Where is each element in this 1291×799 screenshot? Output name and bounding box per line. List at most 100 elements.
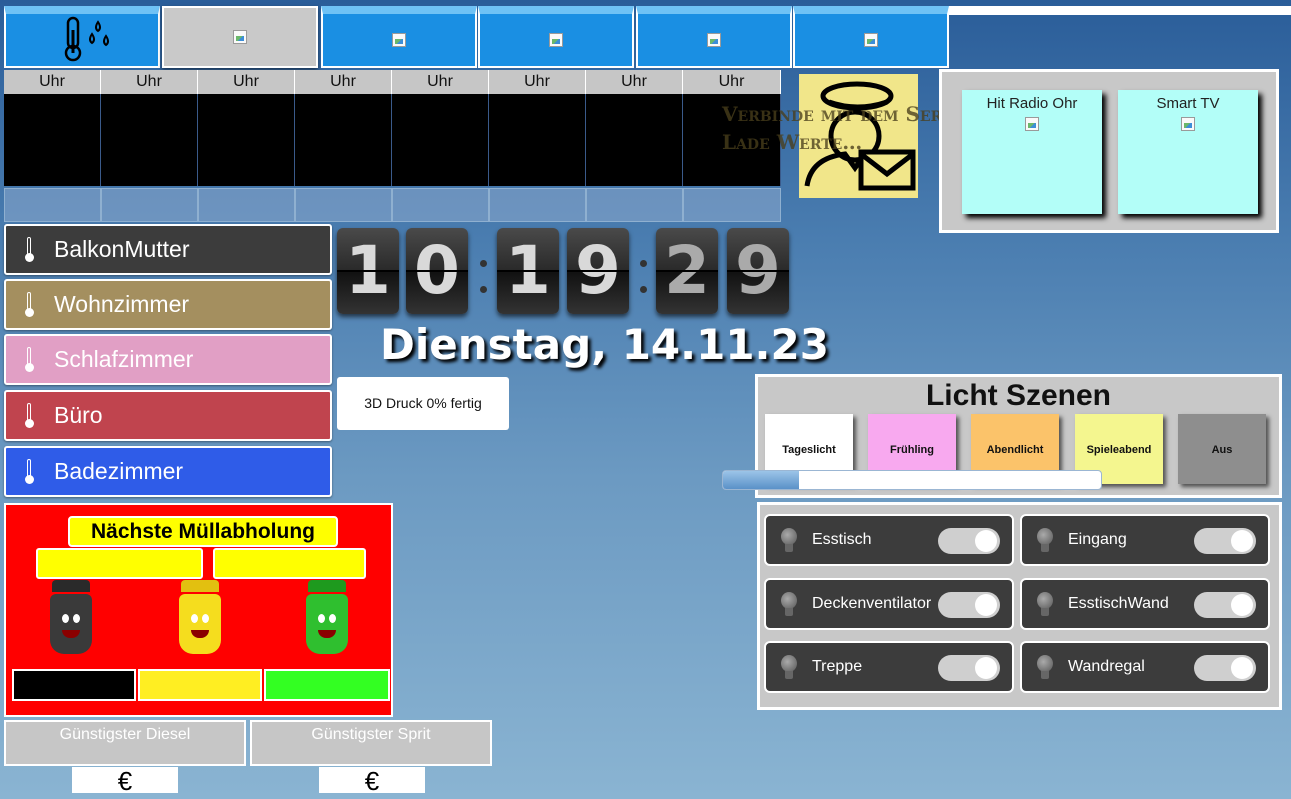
clock-footer xyxy=(295,188,392,222)
clock-label: Uhr xyxy=(392,70,489,94)
media-label: Hit Radio Ohr xyxy=(986,95,1078,112)
clock-label: Uhr xyxy=(295,70,392,94)
media-smart-tv[interactable]: Smart TV xyxy=(1118,90,1258,214)
clock-footer xyxy=(4,188,101,222)
room-wohnzimmer[interactable]: Wohnzimmer xyxy=(4,279,332,330)
light-bulb-icon xyxy=(1036,528,1054,554)
media-label: Smart TV xyxy=(1156,95,1220,112)
light-wandregal[interactable]: Wandregal xyxy=(1020,641,1270,693)
clock-footer xyxy=(198,188,295,222)
world-clock: Uhr xyxy=(392,70,489,222)
toggle-switch[interactable] xyxy=(938,528,1000,554)
room-balkonmutter[interactable]: BalkonMutter xyxy=(4,224,332,275)
thermometer-icon xyxy=(24,459,34,485)
light-label: Deckenventilator xyxy=(812,595,932,612)
light-eingang[interactable]: Eingang xyxy=(1020,514,1270,566)
toggle-switch[interactable] xyxy=(938,655,1000,681)
light-label: Esstisch xyxy=(812,531,872,548)
toggle-switch[interactable] xyxy=(1194,528,1256,554)
light-treppe[interactable]: Treppe xyxy=(764,641,1014,693)
light-bulb-icon xyxy=(780,655,798,681)
world-clock: Uhr xyxy=(586,70,683,222)
toggle-switch[interactable] xyxy=(1194,592,1256,618)
light-bulb-icon xyxy=(1036,655,1054,681)
clock-label: Uhr xyxy=(101,70,198,94)
clock-hour-tens: 1 xyxy=(337,228,399,314)
tab-6[interactable] xyxy=(793,6,949,68)
tab-5[interactable] xyxy=(636,6,792,68)
tab-4[interactable] xyxy=(478,6,634,68)
clock-label: Uhr xyxy=(586,70,683,94)
sprit-price: € xyxy=(319,767,425,795)
broken-image-icon xyxy=(392,33,406,47)
fuel-diesel-tile[interactable]: Günstigster Diesel xyxy=(4,720,246,766)
clock-label: Uhr xyxy=(198,70,295,94)
diesel-price: € xyxy=(72,767,178,795)
room-label: BalkonMutter xyxy=(54,236,190,262)
room-badezimmer[interactable]: Badezimmer xyxy=(4,446,332,497)
light-esstischwand[interactable]: EsstischWand xyxy=(1020,578,1270,630)
temperature-humidity-icon xyxy=(64,16,109,62)
broken-image-icon xyxy=(864,33,878,47)
clock-face xyxy=(101,94,198,186)
toggle-switch[interactable] xyxy=(938,592,1000,618)
waste-date-field xyxy=(36,548,203,579)
light-label: Wandregal xyxy=(1068,658,1145,675)
clock-footer xyxy=(489,188,586,222)
green-bin-icon xyxy=(304,580,350,664)
clock-label: Uhr xyxy=(683,70,781,94)
room-schlafzimmer[interactable]: Schlafzimmer xyxy=(4,334,332,385)
tab-3[interactable] xyxy=(321,6,477,68)
3d-printer-status[interactable]: 3D Druck 0% fertig xyxy=(337,377,509,430)
light-esstisch[interactable]: Esstisch xyxy=(764,514,1014,566)
broken-image-icon xyxy=(1025,117,1039,131)
clock-label: Uhr xyxy=(4,70,101,94)
fuel-sprit-tile[interactable]: Günstigster Sprit xyxy=(250,720,492,766)
clock-face xyxy=(4,94,101,186)
clock-face xyxy=(489,94,586,186)
thermometer-icon xyxy=(24,292,34,318)
clock-face xyxy=(586,94,683,186)
broken-image-icon xyxy=(1181,117,1195,131)
scene-progress-bar xyxy=(722,470,1102,490)
waste-title: Nächste Müllabholung xyxy=(68,516,338,547)
broken-image-icon xyxy=(233,30,247,44)
world-clock: Uhr xyxy=(198,70,295,222)
clock-second-tens: 2 xyxy=(656,228,718,314)
clock-minute-tens: 1 xyxy=(497,228,559,314)
clock-footer xyxy=(683,188,781,222)
room-buero[interactable]: Büro xyxy=(4,390,332,441)
room-label: Schlafzimmer xyxy=(54,346,194,372)
room-label: Wohnzimmer xyxy=(54,291,190,317)
tab-climate[interactable] xyxy=(4,6,160,68)
clock-colon xyxy=(637,242,649,302)
top-bar-strip xyxy=(949,6,1291,15)
clock-face xyxy=(198,94,295,186)
clock-footer xyxy=(101,188,198,222)
scene-aus-button[interactable]: Aus xyxy=(1178,414,1266,484)
waste-date-field xyxy=(213,548,366,579)
yellow-bin-bar xyxy=(138,669,262,701)
light-deckenventilator[interactable]: Deckenventilator xyxy=(764,578,1014,630)
room-label: Büro xyxy=(54,402,103,428)
clock-hour-ones: 0 xyxy=(406,228,468,314)
clock-second-ones: 9 xyxy=(727,228,789,314)
clock-colon xyxy=(477,242,489,302)
clock-minute-ones: 9 xyxy=(567,228,629,314)
broken-image-icon xyxy=(707,33,721,47)
black-bin-bar xyxy=(12,669,136,701)
media-hit-radio-ohr[interactable]: Hit Radio Ohr xyxy=(962,90,1102,214)
scene-progress-fill xyxy=(723,471,799,489)
thermometer-icon xyxy=(24,347,34,373)
tab-2[interactable] xyxy=(162,6,318,68)
broken-image-icon xyxy=(549,33,563,47)
clock-footer xyxy=(392,188,489,222)
yellow-bin-icon xyxy=(177,580,223,664)
light-scenes-title: Licht Szenen xyxy=(925,379,1112,412)
light-label: Eingang xyxy=(1068,531,1127,548)
light-bulb-icon xyxy=(780,528,798,554)
light-label: EsstischWand xyxy=(1068,595,1169,612)
thermometer-icon xyxy=(24,403,34,429)
toggle-switch[interactable] xyxy=(1194,655,1256,681)
light-bulb-icon xyxy=(780,592,798,618)
